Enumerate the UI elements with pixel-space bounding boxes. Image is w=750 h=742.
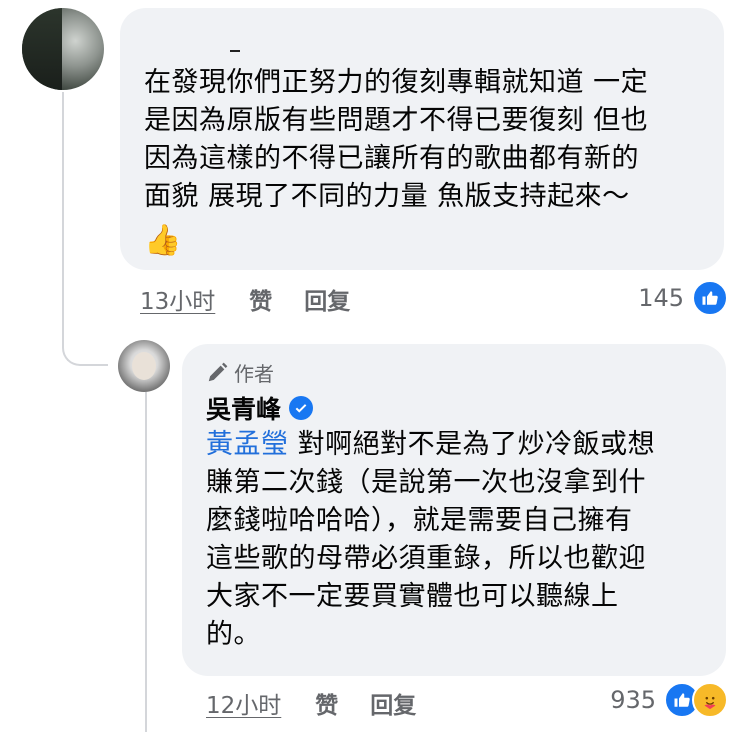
like-button[interactable]: 赞	[315, 686, 338, 720]
like-button[interactable]: 赞	[249, 282, 272, 316]
reply-text-body: 賺第二次錢（是說第一次也沒拿到什 麼錢啦哈哈哈），就是需要自己擁有 這些歌的母帶…	[206, 467, 646, 650]
comment-actions: 13小时 赞 回复	[140, 282, 350, 316]
reaction-count: 145	[638, 284, 684, 312]
thumbs-up-emoji: 👍	[144, 223, 182, 258]
avatar-photo-detail	[132, 352, 156, 380]
author-badge: 作者	[206, 358, 274, 387]
author-name[interactable]: 吳青峰	[206, 390, 314, 426]
verified-badge-icon	[289, 396, 314, 420]
like-reaction-icon	[692, 280, 728, 316]
comment-text: 在發現你們正努力的復刻專輯就知道 一定 是因為原版有些問題才不得已要復刻 但也 …	[144, 67, 649, 212]
reply-text-first-line: 對啊絕對不是為了炒冷飯或想	[288, 429, 656, 460]
thread-reply-connector	[62, 330, 108, 366]
author-badge-label: 作者	[234, 362, 274, 386]
mention-link[interactable]: 黃孟瑩	[206, 429, 289, 460]
reply-actions: 12小时 赞 回复	[206, 686, 416, 720]
care-reaction-icon	[692, 682, 728, 718]
thread-connector-line	[62, 92, 64, 342]
author-avatar[interactable]	[118, 340, 170, 392]
reaction-count: 935	[610, 686, 656, 714]
pen-icon	[206, 362, 228, 384]
reply-text: 黃孟瑩 對啊絕對不是為了炒冷飯或想 賺第二次錢（是說第一次也沒拿到什 麼錢啦哈哈…	[206, 426, 706, 654]
comment-thread: 在發現你們正努力的復刻專輯就知道 一定 是因為原版有些問題才不得已要復刻 但也 …	[0, 0, 750, 742]
author-name-text[interactable]: 吳青峰	[206, 390, 281, 426]
reaction-summary[interactable]: 145	[638, 280, 728, 316]
avatar-photo-detail	[22, 8, 62, 90]
reaction-summary[interactable]: 935	[610, 682, 728, 718]
reply-button[interactable]: 回复	[370, 686, 416, 720]
redacted-commenter-name	[144, 20, 254, 52]
reply-bubble: 作者 吳青峰 黃孟瑩 對啊絕對不是為了炒冷飯或想 賺第二次錢（是說第一次也沒拿到…	[182, 344, 726, 676]
comment-timestamp[interactable]: 13小时	[140, 282, 215, 316]
reply-thread-line	[145, 392, 147, 732]
reply-timestamp[interactable]: 12小时	[206, 686, 281, 720]
comment-bubble: 在發現你們正努力的復刻專輯就知道 一定 是因為原版有些問題才不得已要復刻 但也 …	[120, 8, 724, 270]
commenter-avatar[interactable]	[22, 8, 104, 90]
reply-button[interactable]: 回复	[304, 282, 350, 316]
